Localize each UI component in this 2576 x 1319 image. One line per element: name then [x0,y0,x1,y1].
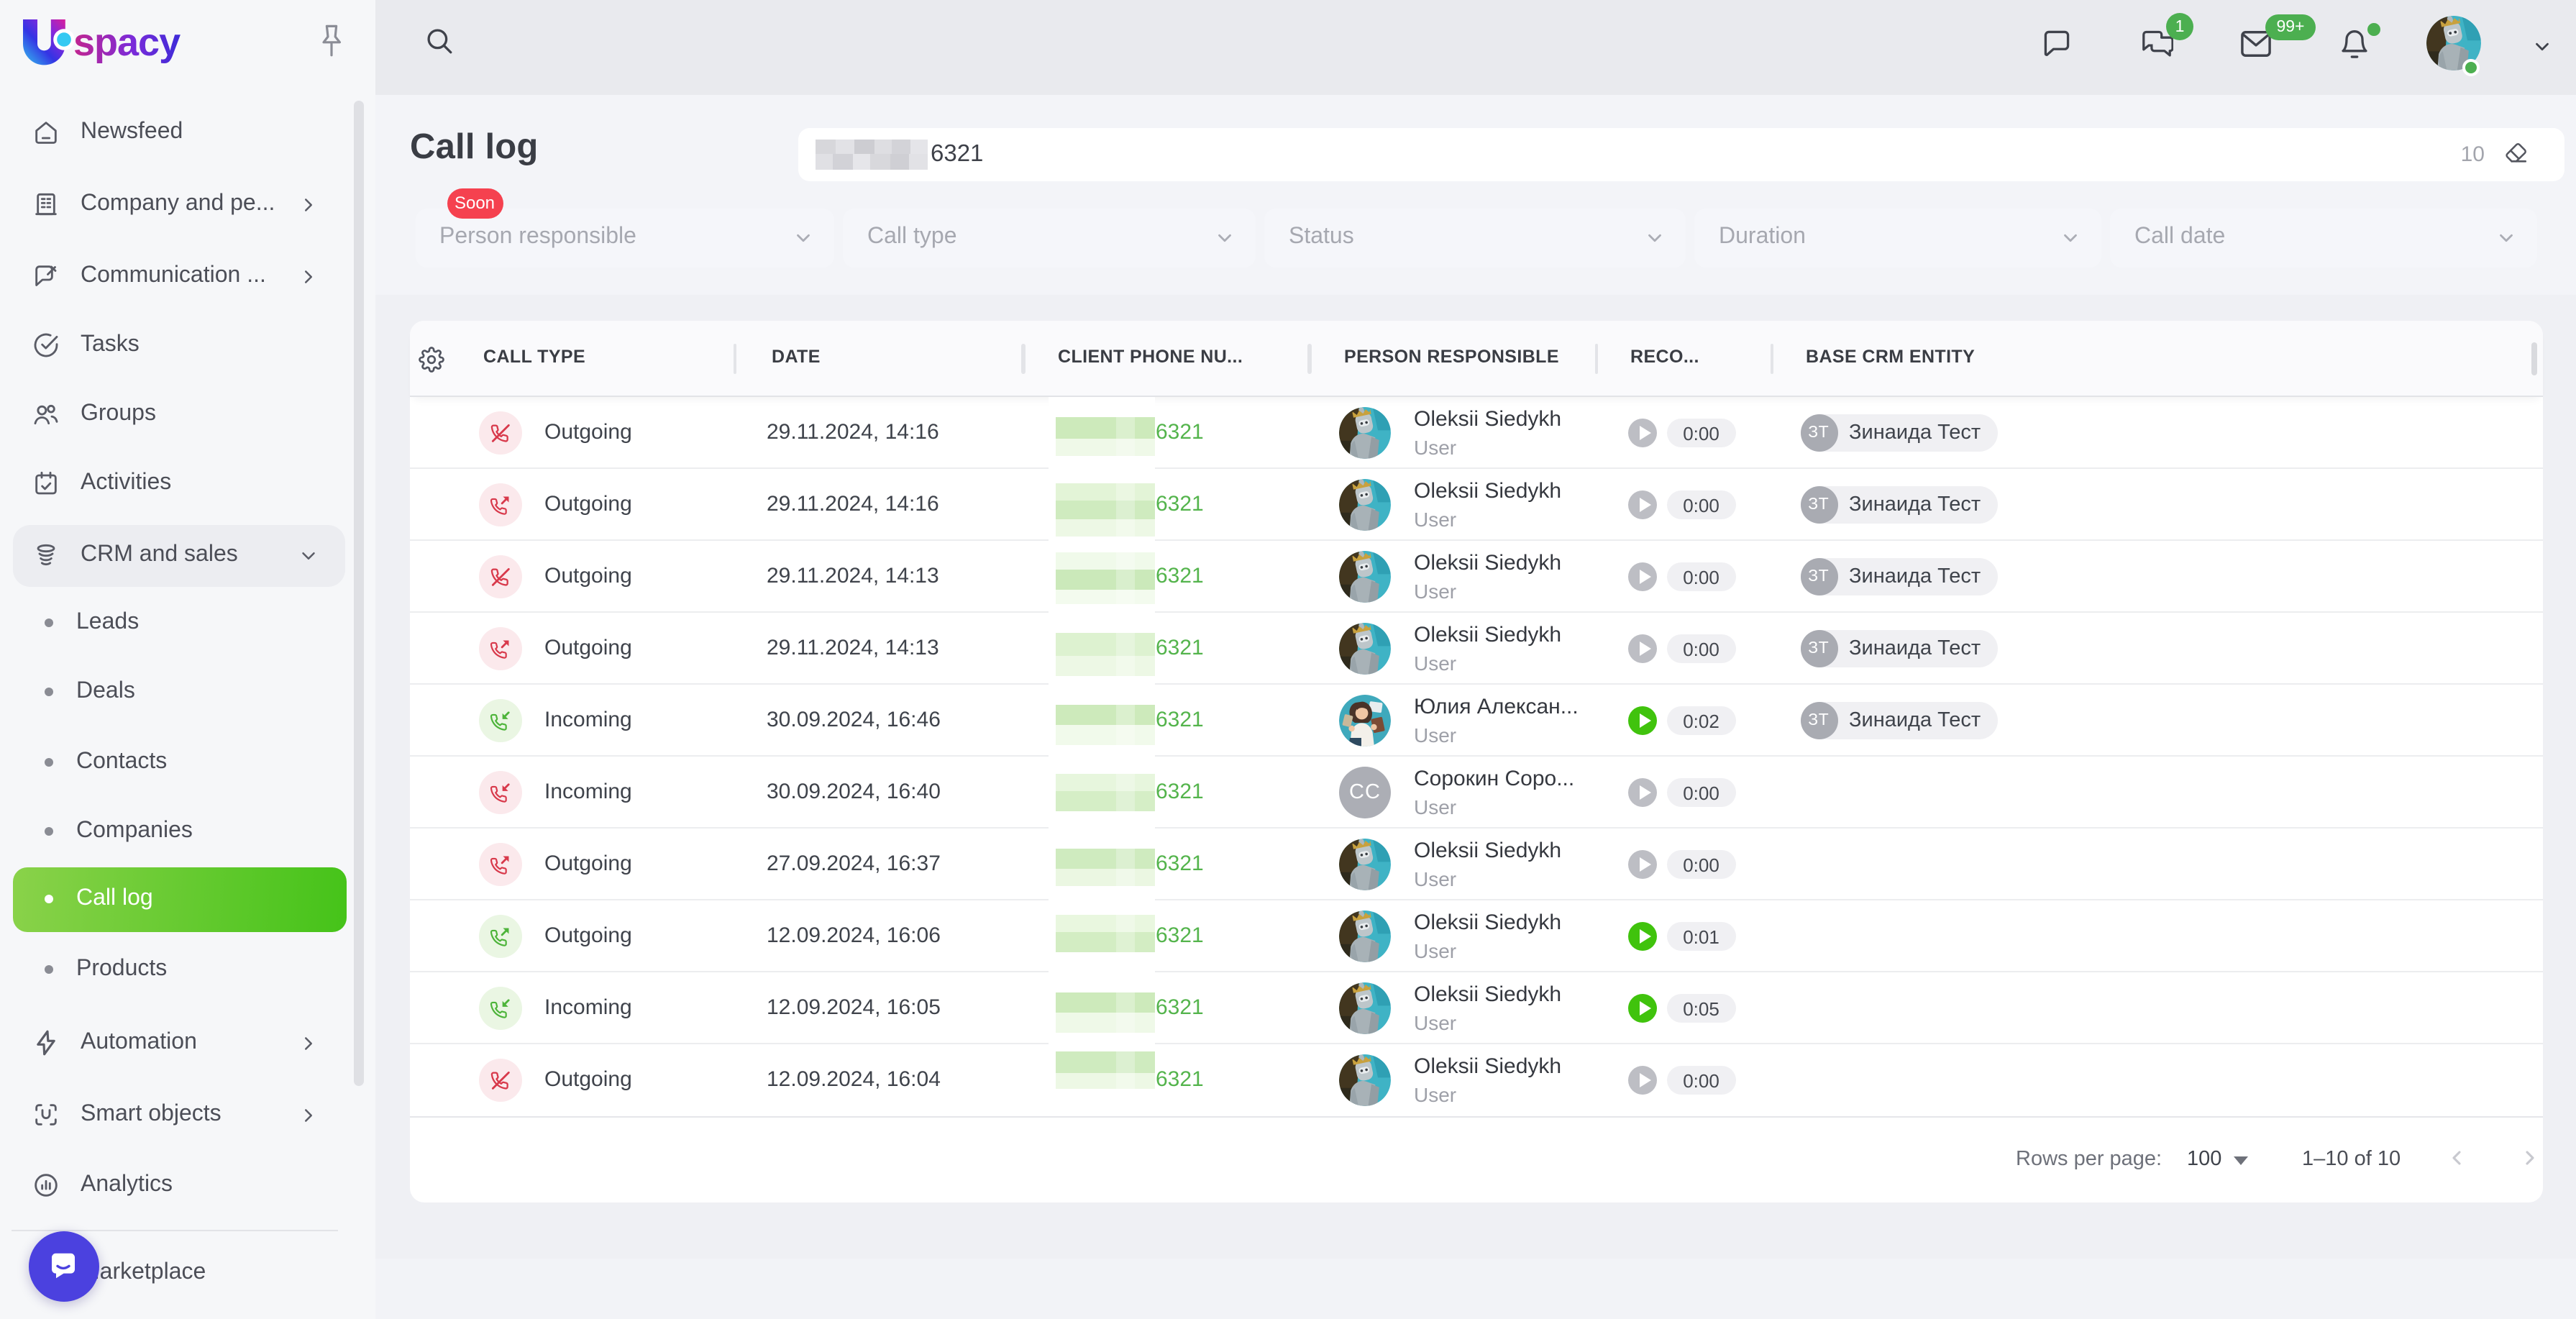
svg-text:spacy: spacy [73,21,181,64]
